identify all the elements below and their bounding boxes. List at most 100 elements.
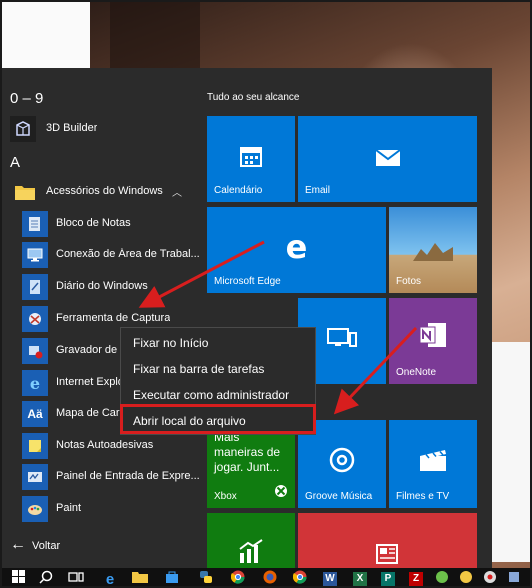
tile-microsoft-edge[interactable]: e Microsoft Edge xyxy=(207,207,386,293)
taskbar-chrome[interactable] xyxy=(226,568,250,587)
tile-email[interactable]: Email xyxy=(298,116,477,202)
taskbar-publisher[interactable]: P xyxy=(376,568,400,586)
app-label: Acessórios do Windows xyxy=(46,185,163,197)
photos-icon xyxy=(389,237,477,261)
file-explorer-icon xyxy=(132,570,148,586)
back-arrow-icon: ← xyxy=(10,536,26,553)
xbox-tile-text: Mais maneiras de jogar. Junt... xyxy=(214,430,281,474)
search-icon xyxy=(39,570,53,587)
app-conexao-area-de-trabalho[interactable]: Conexão de Área de Trabal... xyxy=(2,240,200,270)
python-icon xyxy=(199,570,213,587)
tile-fotos[interactable]: Fotos xyxy=(389,207,477,293)
folder-icon xyxy=(12,179,38,205)
chrome-icon xyxy=(230,570,245,587)
annotation-highlight-box xyxy=(120,404,316,434)
word-icon: W xyxy=(323,572,337,586)
character-map-icon: Aä xyxy=(22,401,48,427)
app-label: Mapa de Cara xyxy=(56,407,126,419)
context-item-fixar-no-inicio[interactable]: Fixar no Início xyxy=(121,330,315,356)
taskbar-edge[interactable]: e xyxy=(98,568,122,588)
app-label: Diário do Windows xyxy=(56,280,148,292)
tile-money[interactable] xyxy=(207,513,295,568)
taskbar-store[interactable] xyxy=(160,568,184,587)
remote-desktop-icon xyxy=(22,242,48,268)
taskbar-firefox[interactable] xyxy=(258,568,282,587)
app-label: Internet Explo xyxy=(56,376,124,388)
notepad-icon xyxy=(22,211,48,237)
money-icon xyxy=(207,539,295,563)
steps-recorder-icon xyxy=(22,338,48,364)
math-input-icon xyxy=(22,464,48,490)
app-label: Notas Autoadesivas xyxy=(56,439,154,451)
app-icon xyxy=(507,570,521,587)
chrome-icon xyxy=(292,570,307,587)
publisher-icon: P xyxy=(381,572,395,586)
taskbar-word[interactable]: W xyxy=(318,568,342,586)
app-label: Paint xyxy=(56,502,82,514)
store-icon xyxy=(165,570,179,587)
context-item-fixar-barra-de-tarefas[interactable]: Fixar na barra de tarefas xyxy=(121,356,315,382)
taskbar-python[interactable] xyxy=(194,568,218,587)
windows-start-button[interactable] xyxy=(6,568,30,586)
firefox-icon xyxy=(263,570,277,587)
taskbar-search-button[interactable] xyxy=(34,568,58,587)
app-label: 3D Builder xyxy=(46,122,98,134)
internet-explorer-icon: e xyxy=(22,370,48,396)
movies-icon xyxy=(389,448,477,472)
excel-icon: X xyxy=(353,572,367,586)
onenote-icon xyxy=(389,320,477,350)
edge-icon: e xyxy=(105,570,115,588)
start-menu: 0 – 9 3D Builder A Acessórios do Windows… xyxy=(2,68,492,568)
app-3d-builder[interactable]: 3D Builder xyxy=(2,114,190,144)
journal-icon xyxy=(22,274,48,300)
app-notas-autoadesivas[interactable]: Notas Autoadesivas xyxy=(2,431,190,461)
folder-acessorios-do-windows[interactable]: Acessórios do Windows ︿ xyxy=(2,177,190,207)
tile-label: Fotos xyxy=(396,276,422,287)
taskbar-app-2[interactable] xyxy=(454,568,478,587)
tile-label: Microsoft Edge xyxy=(214,276,281,287)
tile-onenote[interactable]: OneNote xyxy=(389,298,477,384)
taskbar-app-3[interactable] xyxy=(478,568,502,587)
task-view-icon xyxy=(68,570,84,586)
task-view-button[interactable] xyxy=(64,568,88,586)
app-list: 0 – 9 3D Builder A Acessórios do Windows… xyxy=(2,68,200,568)
chevron-up-icon: ︿ xyxy=(172,188,182,199)
taskbar-excel[interactable]: X xyxy=(348,568,372,586)
tile-label: OneNote xyxy=(396,367,437,378)
groove-icon xyxy=(298,446,386,474)
section-header-0-9[interactable]: 0 – 9 xyxy=(10,90,43,107)
tile-label: Xbox xyxy=(214,491,237,502)
mail-icon xyxy=(298,148,477,168)
tile-label: Calendário xyxy=(214,185,263,196)
taskbar-file-explorer[interactable] xyxy=(128,568,152,586)
app-paint[interactable]: Paint xyxy=(2,494,190,524)
app-icon xyxy=(459,570,473,587)
taskbar-app-4[interactable] xyxy=(502,568,526,587)
section-header-a[interactable]: A xyxy=(10,154,20,171)
tile-news[interactable] xyxy=(298,513,477,568)
screenshot-frame: 0 – 9 3D Builder A Acessórios do Windows… xyxy=(0,0,532,588)
taskbar-filezilla[interactable]: Z xyxy=(404,568,428,586)
tiles-group-header[interactable]: Tudo ao seu alcance xyxy=(207,92,299,103)
app-diario-do-windows[interactable]: Diário do Windows xyxy=(2,272,190,302)
windows-start-icon xyxy=(11,570,25,586)
sticky-notes-icon xyxy=(22,433,48,459)
app-label: Conexão de Área de Trabal... xyxy=(56,248,200,260)
back-label: Voltar xyxy=(32,540,61,552)
tile-filmes-e-tv[interactable]: Filmes e TV xyxy=(389,420,477,508)
desktop-background-left xyxy=(2,2,90,68)
app-icon xyxy=(435,570,449,587)
tile-calendario[interactable]: Calendário xyxy=(207,116,295,202)
taskbar-app-1[interactable] xyxy=(430,568,454,587)
context-item-label: Executar como administrador xyxy=(133,388,290,402)
app-label: Bloco de Notas xyxy=(56,217,131,229)
taskbar-chrome-2[interactable] xyxy=(288,568,312,587)
app-bloco-de-notas[interactable]: Bloco de Notas xyxy=(2,209,190,239)
news-icon xyxy=(298,543,477,565)
filezilla-icon: Z xyxy=(409,572,423,586)
snipping-tool-icon xyxy=(22,306,48,332)
app-painel-de-entrada-de-expressoes[interactable]: Painel de Entrada de Expre... xyxy=(2,462,200,492)
back-button[interactable]: ← Voltar xyxy=(2,532,190,560)
app-icon xyxy=(483,570,497,587)
context-item-label: Fixar na barra de tarefas xyxy=(133,362,265,376)
